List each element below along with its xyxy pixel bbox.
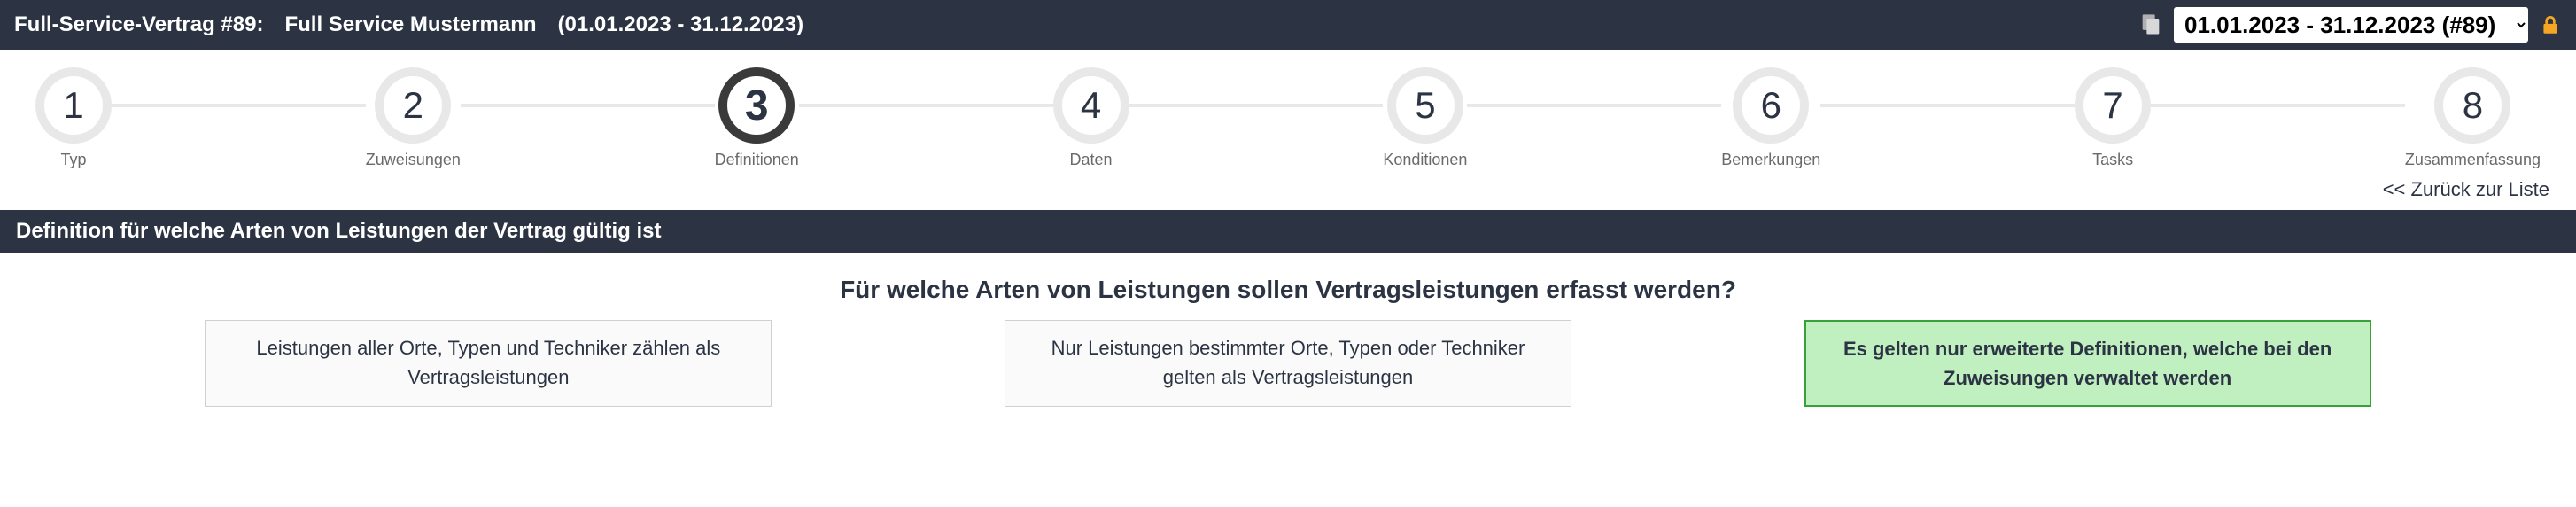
section-title: Definition für welche Arten von Leistung… <box>0 210 2576 253</box>
step-2[interactable]: 2 Zuweisungen <box>366 67 461 169</box>
step-connector <box>1812 104 2083 107</box>
option-card-2[interactable]: Nur Leistungen bestimmter Orte, Typen od… <box>1005 320 1571 407</box>
option-card-3[interactable]: Es gelten nur erweiterte Definitionen, w… <box>1804 320 2371 407</box>
step-circle: 8 <box>2434 67 2510 144</box>
step-circle: 2 <box>375 67 451 144</box>
contract-period: (01.01.2023 - 31.12.2023) <box>558 12 804 37</box>
step-7[interactable]: 7 Tasks <box>2075 67 2151 169</box>
step-4[interactable]: 4 Daten <box>1053 67 1129 169</box>
step-circle: 4 <box>1053 67 1129 144</box>
step-label: Konditionen <box>1383 151 1467 169</box>
step-8[interactable]: 8 Zusammenfassung <box>2405 67 2541 169</box>
options-row: Leistungen aller Orte, Typen und Technik… <box>0 320 2576 425</box>
step-circle: 1 <box>35 67 112 144</box>
contract-name: Full Service Mustermann <box>284 12 536 37</box>
step-circle: 7 <box>2075 67 2151 144</box>
period-select[interactable]: 01.01.2023 - 31.12.2023 (#89) <box>2174 7 2528 43</box>
step-circle: 3 <box>718 67 795 144</box>
step-connector <box>790 104 1062 107</box>
copy-icon[interactable] <box>2138 12 2163 37</box>
step-connector <box>103 104 375 107</box>
header-title-group: Full-Service-Vertrag #89: Full Service M… <box>14 12 803 37</box>
back-to-list-link[interactable]: << Zurück zur Liste <box>2383 178 2549 200</box>
option-card-1[interactable]: Leistungen aller Orte, Typen und Technik… <box>205 320 772 407</box>
wizard-steps: 1 Typ 2 Zuweisungen 3 Definitionen 4 Daten 5 Kond… <box>0 50 2576 176</box>
step-connector <box>1121 104 1393 107</box>
step-connector <box>2142 104 2414 107</box>
step-circle: 5 <box>1387 67 1463 144</box>
lock-icon <box>2539 13 2562 36</box>
step-5[interactable]: 5 Konditionen <box>1383 67 1467 169</box>
question-heading: Für welche Arten von Leistungen sollen V… <box>0 253 2576 320</box>
step-connector <box>452 104 724 107</box>
step-label: Definitionen <box>715 151 799 169</box>
step-1[interactable]: 1 Typ <box>35 67 112 169</box>
step-label: Typ <box>60 151 86 169</box>
contract-id-label: Full-Service-Vertrag #89: <box>14 12 263 37</box>
step-label: Zusammenfassung <box>2405 151 2541 169</box>
step-6[interactable]: 6 Bemerkungen <box>1721 67 1820 169</box>
back-link-row: << Zurück zur Liste <box>0 176 2576 210</box>
contract-header: Full-Service-Vertrag #89: Full Service M… <box>0 0 2576 50</box>
step-circle: 6 <box>1733 67 1809 144</box>
step-label: Bemerkungen <box>1721 151 1820 169</box>
step-label: Daten <box>1070 151 1113 169</box>
step-3[interactable]: 3 Definitionen <box>715 67 799 169</box>
header-controls: 01.01.2023 - 31.12.2023 (#89) <box>2138 7 2562 43</box>
step-label: Tasks <box>2092 151 2133 169</box>
step-connector <box>1458 104 1730 107</box>
step-label: Zuweisungen <box>366 151 461 169</box>
